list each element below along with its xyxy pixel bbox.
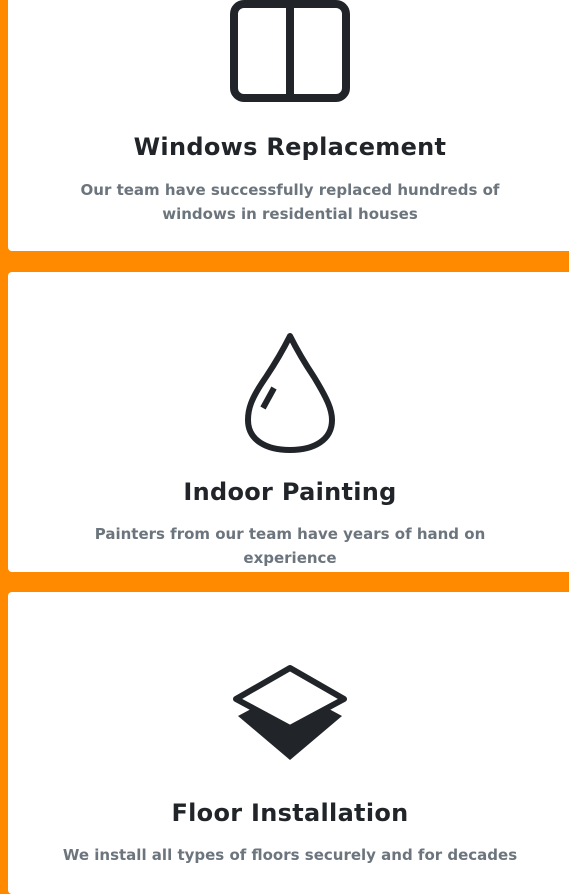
service-title: Windows Replacement (133, 133, 447, 161)
drop-icon (245, 333, 335, 453)
services-page: Windows Replacement Our team have succes… (0, 0, 569, 894)
service-title: Indoor Painting (183, 478, 397, 506)
service-title: Floor Installation (171, 799, 409, 827)
service-card-floor: Floor Installation We install all types … (8, 592, 569, 894)
service-card-windows: Windows Replacement Our team have succes… (8, 0, 569, 251)
layers-icon (233, 665, 347, 760)
service-description: Our team have successfully replaced hund… (80, 181, 500, 223)
service-description: Painters from our team have years of han… (94, 525, 486, 567)
service-description: We install all types of floors securely … (62, 846, 518, 864)
service-card-painting: Indoor Painting Painters from our team h… (8, 272, 569, 572)
window-icon (230, 0, 350, 102)
